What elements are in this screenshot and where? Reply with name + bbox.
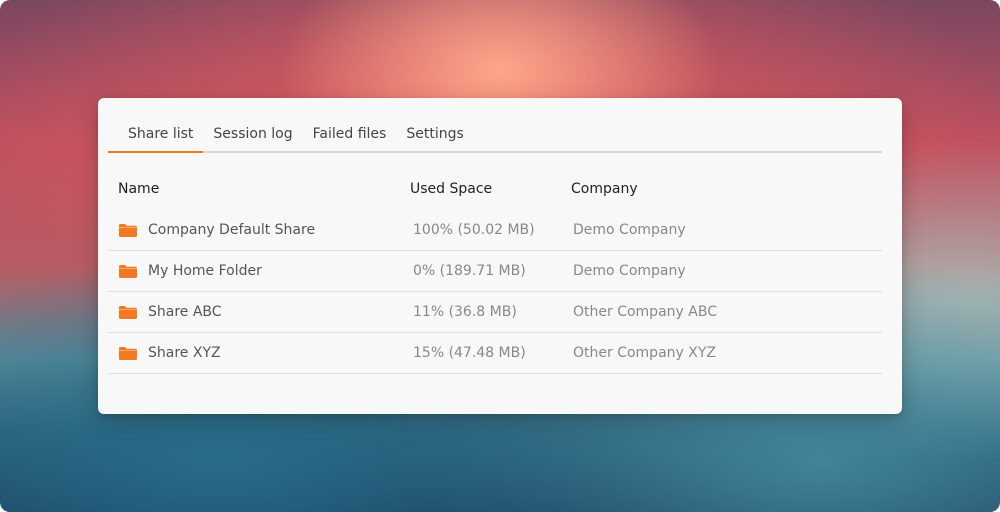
tab-share-list[interactable]: Share list xyxy=(108,122,204,153)
folder-icon xyxy=(119,224,137,237)
share-name: My Home Folder xyxy=(148,263,262,279)
column-header-name[interactable]: Name xyxy=(118,181,159,197)
company-value: Other Company ABC xyxy=(573,304,717,320)
company-value: Other Company XYZ xyxy=(573,345,716,361)
company-value: Demo Company xyxy=(573,263,686,279)
folder-icon xyxy=(119,306,137,319)
table-header: Name Used Space Company xyxy=(108,170,882,210)
tab-failed-files[interactable]: Failed files xyxy=(303,122,397,151)
table-row[interactable]: Share ABC 11% (36.8 MB) Other Company AB… xyxy=(108,292,882,333)
table-row[interactable]: My Home Folder 0% (189.71 MB) Demo Compa… xyxy=(108,251,882,292)
table-row[interactable]: Company Default Share 100% (50.02 MB) De… xyxy=(108,210,882,251)
column-header-company[interactable]: Company xyxy=(571,181,638,197)
share-name: Share XYZ xyxy=(148,345,221,361)
tab-settings[interactable]: Settings xyxy=(396,122,473,151)
tab-session-log[interactable]: Session log xyxy=(203,122,302,151)
used-space-value: 11% (36.8 MB) xyxy=(413,304,517,320)
used-space-value: 100% (50.02 MB) xyxy=(413,222,535,238)
folder-icon xyxy=(119,265,137,278)
column-header-used-space[interactable]: Used Space xyxy=(410,181,492,197)
table-row[interactable]: Share XYZ 15% (47.48 MB) Other Company X… xyxy=(108,333,882,374)
used-space-value: 15% (47.48 MB) xyxy=(413,345,526,361)
share-name: Share ABC xyxy=(148,304,222,320)
folder-icon xyxy=(119,347,137,360)
company-value: Demo Company xyxy=(573,222,686,238)
used-space-value: 0% (189.71 MB) xyxy=(413,263,526,279)
tab-bar: Share list Session log Failed files Sett… xyxy=(108,122,882,153)
share-manager-window: Share list Session log Failed files Sett… xyxy=(98,98,902,414)
share-table: Name Used Space Company Company Default … xyxy=(108,170,882,374)
share-name: Company Default Share xyxy=(148,222,316,238)
